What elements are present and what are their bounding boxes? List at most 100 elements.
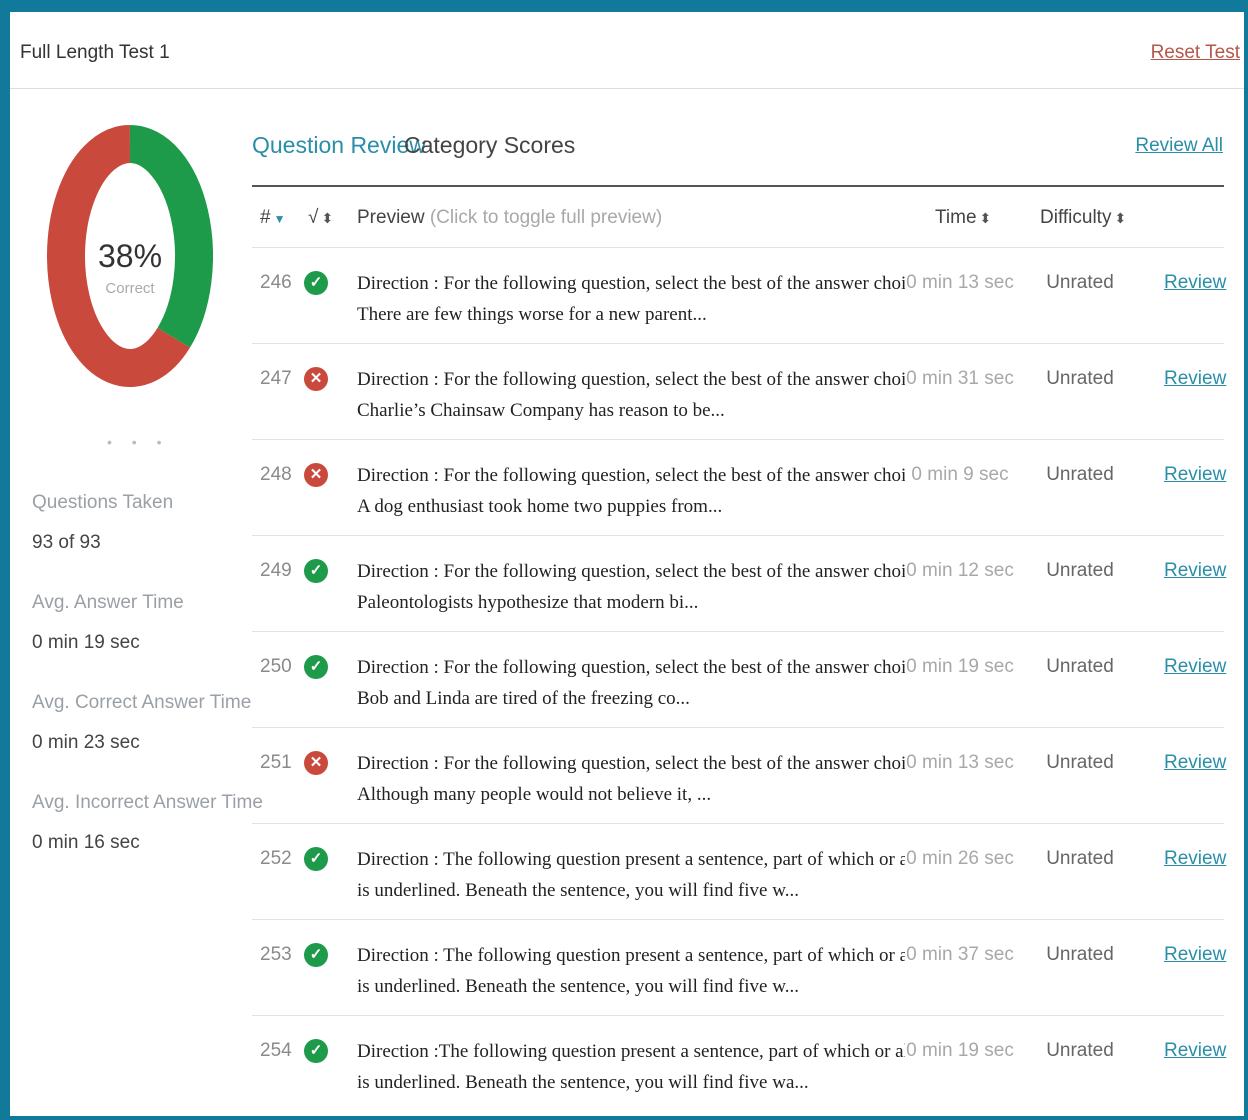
preview-line-1: Direction : For the following question, …	[357, 273, 905, 294]
table-row: 250 ✓ Direction : For the following ques…	[252, 631, 1226, 727]
test-results-panel: Full Length Test 1 Reset Test 38% Correc…	[10, 12, 1244, 1116]
review-link[interactable]: Review	[1164, 560, 1226, 582]
preview-line-1: Direction : For the following question, …	[357, 369, 905, 390]
preview-line-2: Although many people would not believe i…	[357, 784, 712, 805]
preview-line-1: Direction : The following question prese…	[357, 849, 905, 870]
table-row: 253 ✓ Direction : The following question…	[252, 919, 1226, 1015]
question-preview[interactable]: Direction : The following question prese…	[357, 844, 905, 906]
preview-line-2: Bob and Linda are tired of the freezing …	[357, 688, 690, 709]
column-header-preview[interactable]: Preview (Click to toggle full preview)	[357, 207, 662, 229]
table-row: 249 ✓ Direction : For the following ques…	[252, 535, 1226, 631]
review-link[interactable]: Review	[1164, 656, 1226, 678]
question-preview[interactable]: Direction : For the following question, …	[357, 748, 905, 810]
question-difficulty: Unrated	[1046, 272, 1114, 293]
question-preview[interactable]: Direction : For the following question, …	[357, 364, 905, 426]
question-time: 0 min 9 sec	[911, 464, 1009, 485]
sort-down-icon: ▼	[273, 212, 286, 226]
question-review-table: 246 ✓ Direction : For the following ques…	[252, 247, 1226, 1111]
question-preview[interactable]: Direction : For the following question, …	[357, 460, 905, 522]
tab-question-review[interactable]: Question Review	[252, 132, 426, 159]
preview-line-1: Direction : The following question prese…	[357, 945, 905, 966]
preview-line-1: Direction : For the following question, …	[357, 657, 905, 678]
x-circle-icon: ✕	[304, 367, 328, 391]
avg-answer-time-label: Avg. Answer Time	[32, 592, 184, 613]
percent-correct: 38%	[97, 238, 163, 274]
question-preview[interactable]: Direction : For the following question, …	[357, 652, 905, 714]
review-link[interactable]: Review	[1164, 1040, 1226, 1062]
question-difficulty: Unrated	[1046, 464, 1114, 485]
questions-taken-label: Questions Taken	[32, 492, 174, 513]
reset-test-link[interactable]: Reset Test	[1151, 42, 1240, 64]
table-row: 248 ✕ Direction : For the following ques…	[252, 439, 1226, 535]
question-difficulty: Unrated	[1046, 752, 1114, 773]
x-circle-icon: ✕	[304, 463, 328, 487]
review-link[interactable]: Review	[1164, 944, 1226, 966]
question-number: 253	[260, 944, 292, 965]
time-header-label: Time	[935, 207, 977, 228]
preview-header-label: Preview	[357, 207, 425, 228]
tab-divider	[252, 185, 1224, 187]
review-link[interactable]: Review	[1164, 464, 1226, 486]
preview-line-1: Direction : For the following question, …	[357, 753, 905, 774]
check-icon: ✓	[304, 559, 328, 583]
preview-line-2: is underlined. Beneath the sentence, you…	[357, 1072, 809, 1093]
question-number: 246	[260, 272, 292, 293]
question-difficulty: Unrated	[1046, 1040, 1114, 1061]
difficulty-header-label: Difficulty	[1040, 207, 1112, 228]
preview-line-2: Paleontologists hypothesize that modern …	[357, 592, 699, 613]
question-time: 0 min 13 sec	[906, 272, 1014, 293]
check-header-label: √	[308, 207, 319, 228]
preview-line-2: is underlined. Beneath the sentence, you…	[357, 976, 799, 997]
preview-line-2: A dog enthusiast took home two puppies f…	[357, 496, 723, 517]
preview-line-2: is underlined. Beneath the sentence, you…	[357, 880, 799, 901]
preview-toggle-hint[interactable]: (Click to toggle full preview)	[430, 207, 662, 228]
question-number: 247	[260, 368, 292, 389]
header-bar: Full Length Test 1 Reset Test	[10, 12, 1244, 89]
question-number: 248	[260, 464, 292, 485]
review-link[interactable]: Review	[1164, 752, 1226, 774]
column-header-time[interactable]: Time ⬍	[935, 207, 991, 229]
question-difficulty: Unrated	[1046, 848, 1114, 869]
check-icon: ✓	[304, 943, 328, 967]
avg-incorrect-time-value: 0 min 16 sec	[32, 832, 140, 853]
column-header-number[interactable]: # ▼	[260, 207, 285, 229]
question-number: 254	[260, 1040, 292, 1061]
carousel-dots[interactable]: • • •	[107, 434, 169, 450]
review-all-link[interactable]: Review All	[1135, 135, 1223, 157]
review-link[interactable]: Review	[1164, 368, 1226, 390]
column-header-difficulty[interactable]: Difficulty ⬍	[1040, 207, 1126, 229]
x-circle-icon: ✕	[304, 751, 328, 775]
question-time: 0 min 31 sec	[906, 368, 1014, 389]
check-icon: ✓	[304, 1039, 328, 1063]
preview-line-2: There are few things worse for a new par…	[357, 304, 707, 325]
sort-icon: ⬍	[1114, 210, 1127, 226]
test-title: Full Length Test 1	[20, 42, 170, 63]
question-preview[interactable]: Direction : For the following question, …	[357, 268, 905, 330]
percent-correct-label: Correct	[105, 280, 155, 297]
question-preview[interactable]: Direction : For the following question, …	[357, 556, 905, 618]
check-icon: ✓	[304, 847, 328, 871]
avg-correct-time-value: 0 min 23 sec	[32, 732, 140, 753]
table-row: 246 ✓ Direction : For the following ques…	[252, 247, 1226, 343]
review-link[interactable]: Review	[1164, 272, 1226, 294]
question-preview[interactable]: Direction : The following question prese…	[357, 940, 905, 1002]
question-number: 249	[260, 560, 292, 581]
tab-category-scores[interactable]: Category Scores	[404, 132, 575, 159]
review-link[interactable]: Review	[1164, 848, 1226, 870]
preview-line-1: Direction : For the following question, …	[357, 561, 905, 582]
question-preview[interactable]: Direction :The following question presen…	[357, 1036, 905, 1098]
number-header-label: #	[260, 207, 271, 228]
question-number: 250	[260, 656, 292, 677]
question-number: 252	[260, 848, 292, 869]
question-time: 0 min 26 sec	[906, 848, 1014, 869]
avg-incorrect-time-label: Avg. Incorrect Answer Time	[32, 792, 263, 813]
avg-answer-time-value: 0 min 19 sec	[32, 632, 140, 653]
preview-line-2: Charlie’s Chainsaw Company has reason to…	[357, 400, 725, 421]
sort-icon: ⬍	[979, 210, 992, 226]
question-time: 0 min 19 sec	[906, 656, 1014, 677]
question-time: 0 min 19 sec	[906, 1040, 1014, 1061]
table-row: 252 ✓ Direction : The following question…	[252, 823, 1226, 919]
question-number: 251	[260, 752, 292, 773]
table-row: 254 ✓ Direction :The following question …	[252, 1015, 1226, 1111]
column-header-correct[interactable]: √ ⬍	[308, 207, 333, 229]
